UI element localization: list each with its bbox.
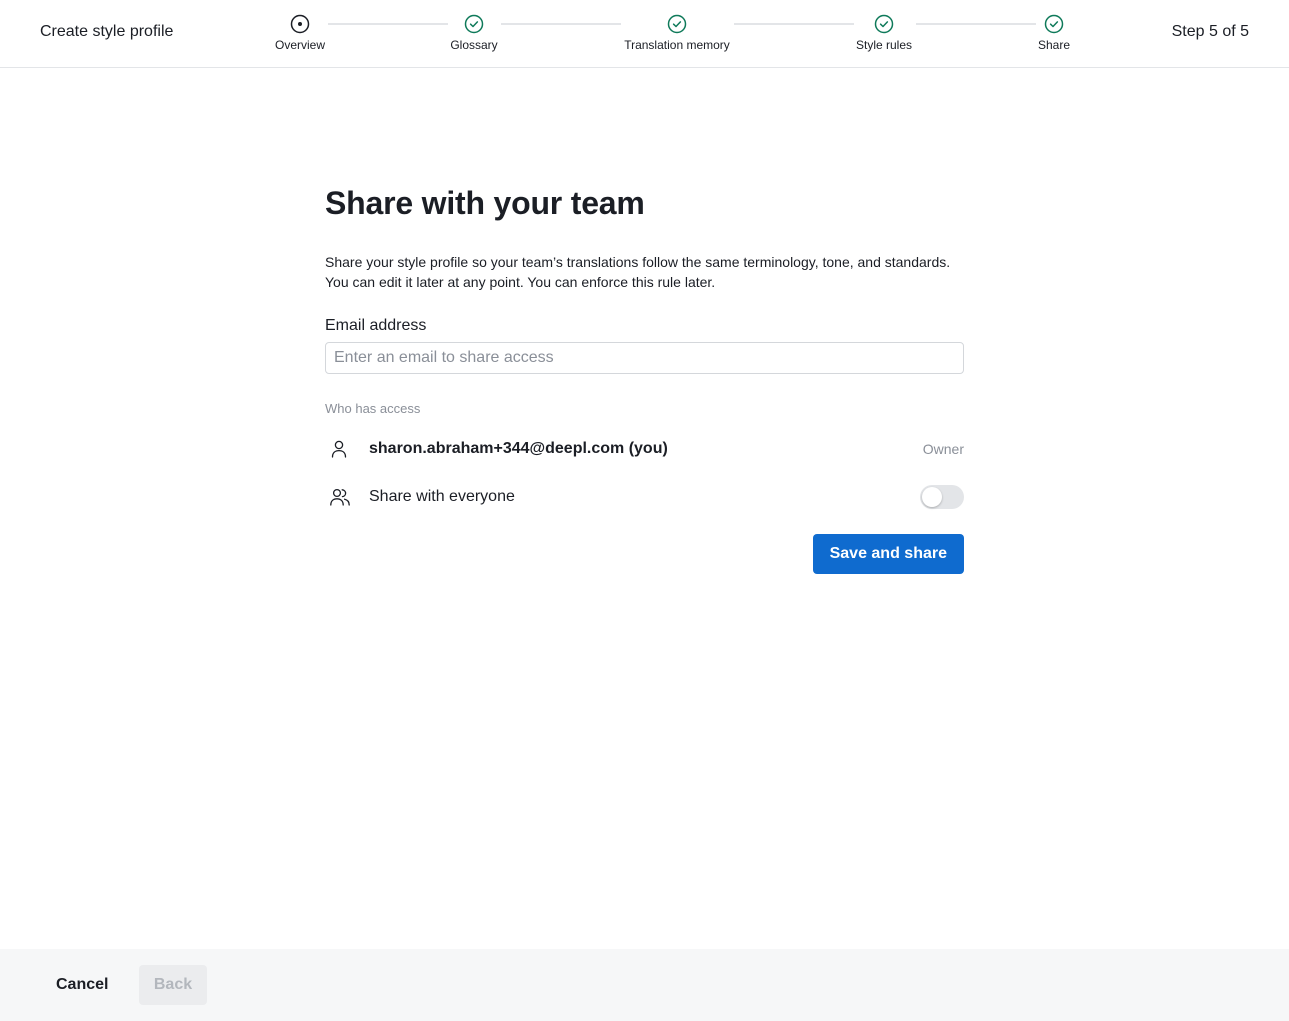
access-section-label: Who has access (325, 401, 421, 416)
cancel-button[interactable]: Cancel (40, 965, 124, 1005)
check-circle-icon (874, 14, 894, 34)
share-panel: Share with your team Share your style pr… (325, 184, 964, 584)
share-everyone-label: Share with everyone (369, 488, 515, 505)
email-field-label: Email address (325, 317, 427, 334)
step-overview[interactable]: Overview (220, 14, 380, 52)
owner-email: sharon.abraham+344@deepl.com (you) (369, 440, 668, 457)
email-field[interactable] (325, 342, 964, 374)
save-and-share-button[interactable]: Save and share (812, 534, 964, 574)
description-line: You can edit it later at any point. You … (325, 274, 716, 290)
step-glossary[interactable]: Glossary (394, 14, 554, 52)
radio-dot-icon (290, 14, 310, 34)
step-counter: Step 5 of 5 (1171, 23, 1249, 40)
step-label: Style rules (855, 38, 913, 52)
step-style-rules[interactable]: Style rules (804, 14, 964, 52)
step-label: Glossary (450, 38, 498, 52)
page-title: Share with your team (325, 185, 645, 221)
access-row-everyone: Share with everyone (325, 473, 964, 521)
access-row-owner: sharon.abraham+344@deepl.com (you) Owner (325, 425, 964, 473)
step-label: Translation memory (624, 38, 730, 52)
check-circle-icon (1044, 14, 1064, 34)
check-circle-icon (667, 14, 687, 34)
person-icon (325, 437, 357, 461)
footer-bar: Cancel Back (0, 949, 1289, 1021)
page-description: Share your style profile so your team’s … (325, 252, 964, 292)
back-button[interactable]: Back (139, 965, 207, 1005)
toggle-knob (922, 487, 942, 507)
step-label: Share (1037, 38, 1071, 52)
step-share[interactable]: Share (974, 14, 1134, 52)
share-everyone-toggle[interactable] (920, 485, 964, 509)
owner-role-label: Owner (922, 441, 964, 457)
step-label: Overview (274, 38, 325, 52)
progress-stepper: Overview Glossary Translation memory Sty… (0, 0, 1289, 68)
people-icon (325, 485, 357, 509)
header: Create style profile Overview Glossary T… (0, 0, 1289, 68)
step-translation-memory[interactable]: Translation memory (597, 14, 757, 52)
description-line: Share your style profile so your team’s … (325, 254, 951, 270)
check-circle-icon (464, 14, 484, 34)
